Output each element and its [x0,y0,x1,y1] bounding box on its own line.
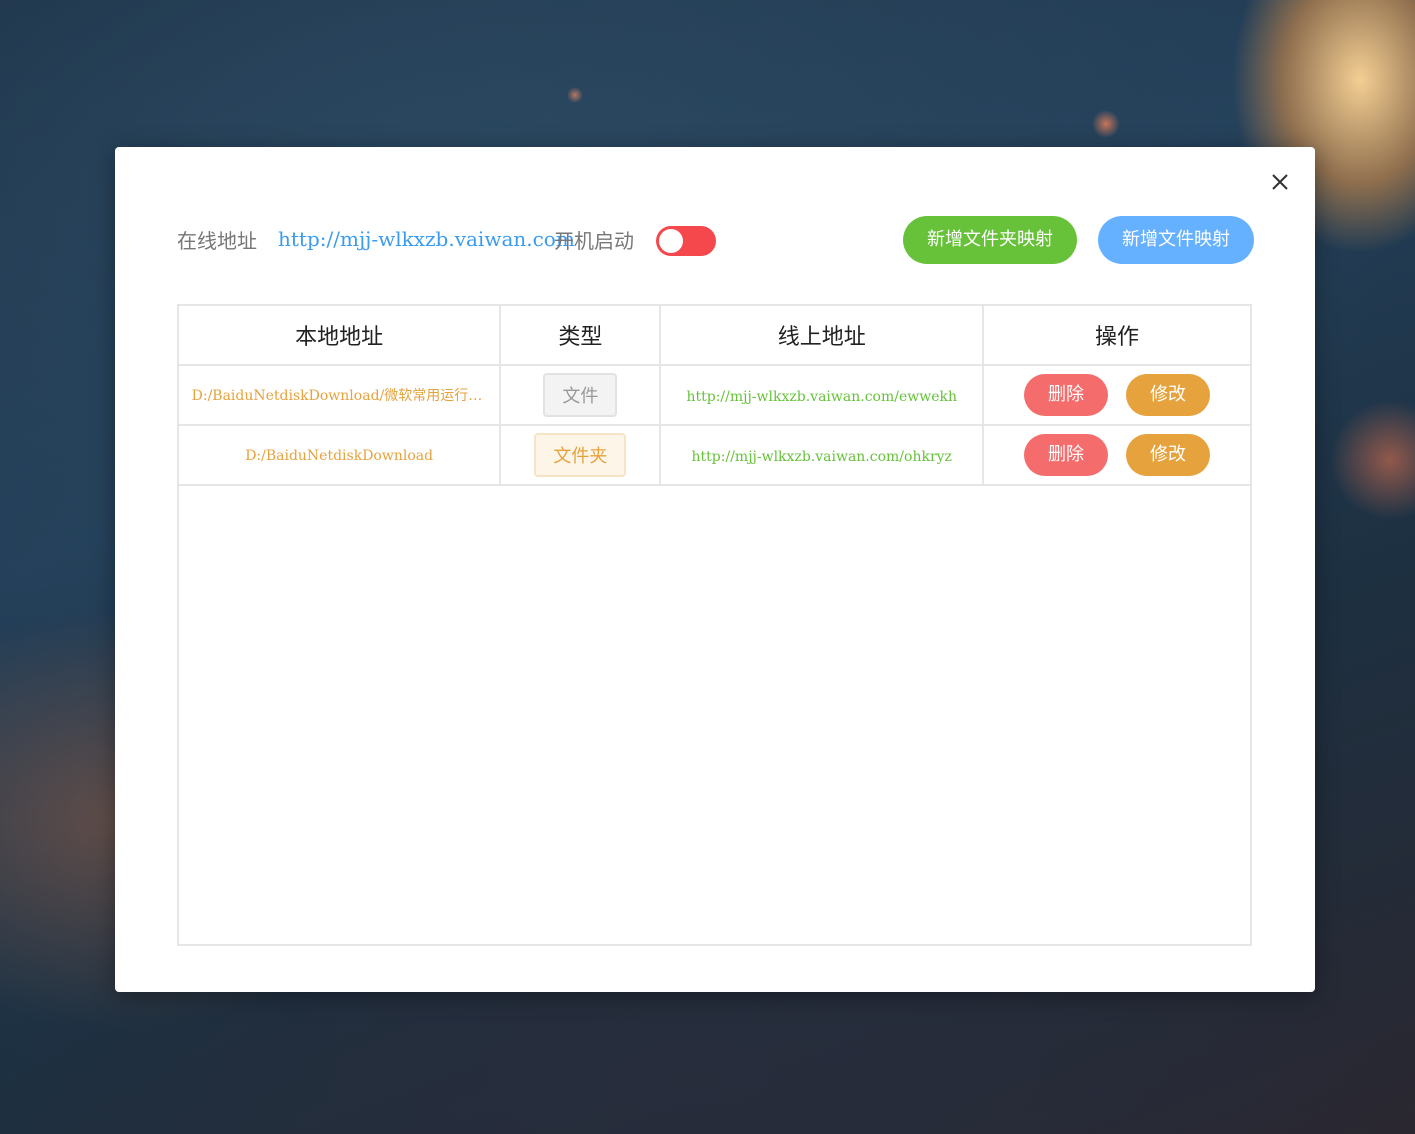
add-folder-mapping-button[interactable]: 新增文件夹映射 [903,216,1077,264]
header-actions: 操作 [982,304,1252,366]
startup-toggle[interactable] [656,226,716,256]
header-type: 类型 [499,304,662,366]
type-tag-folder: 文件夹 [534,433,627,477]
startup-label: 开机启动 [554,229,634,253]
edit-button[interactable]: 修改 [1126,374,1211,416]
online-url[interactable]: http://mjj-wlkxzb.vaiwan.com/ohkryz [692,449,952,465]
local-path: D:/BaiduNetdiskDownload [245,448,434,464]
local-path-cell: D:/BaiduNetdiskDownload/微软常用运行库... [176,364,502,426]
add-file-mapping-button[interactable]: 新增文件映射 [1098,216,1254,264]
table-row: D:/BaiduNetdiskDownload 文件夹 http://mjj-w… [176,424,1252,486]
delete-button[interactable]: 删除 [1024,434,1109,476]
toolbar: 在线地址 http://mjj-wlkxzb.vaiwan.com 开机启动 新… [177,215,1254,265]
table-header-row: 本地地址 类型 线上地址 操作 [176,304,1252,366]
online-url-cell: http://mjj-wlkxzb.vaiwan.com/ewwekh [659,364,985,426]
close-icon[interactable] [1267,169,1293,195]
online-address-label: 在线地址 [177,229,257,253]
actions-cell: 删除 修改 [982,424,1252,486]
type-tag-file: 文件 [543,373,618,417]
header-online-address: 线上地址 [659,304,985,366]
mapping-dialog: 在线地址 http://mjj-wlkxzb.vaiwan.com 开机启动 新… [115,147,1315,992]
toggle-knob [659,229,683,253]
local-path-cell: D:/BaiduNetdiskDownload [176,424,502,486]
online-url[interactable]: http://mjj-wlkxzb.vaiwan.com/ewwekh [686,389,957,405]
online-address-link[interactable]: http://mjj-wlkxzb.vaiwan.com [278,227,575,251]
mapping-table: 本地地址 类型 线上地址 操作 D:/BaiduNetdiskDownload/… [176,304,1252,486]
type-cell: 文件夹 [499,424,662,486]
local-path: D:/BaiduNetdiskDownload/微软常用运行库... [191,388,487,405]
online-url-cell: http://mjj-wlkxzb.vaiwan.com/ohkryz [659,424,985,486]
delete-button[interactable]: 删除 [1024,374,1109,416]
edit-button[interactable]: 修改 [1126,434,1211,476]
header-local-address: 本地地址 [176,304,502,366]
type-cell: 文件 [499,364,662,426]
mapping-table-container: 本地地址 类型 线上地址 操作 D:/BaiduNetdiskDownload/… [176,304,1252,946]
table-row: D:/BaiduNetdiskDownload/微软常用运行库... 文件 ht… [176,364,1252,426]
actions-cell: 删除 修改 [982,364,1252,426]
